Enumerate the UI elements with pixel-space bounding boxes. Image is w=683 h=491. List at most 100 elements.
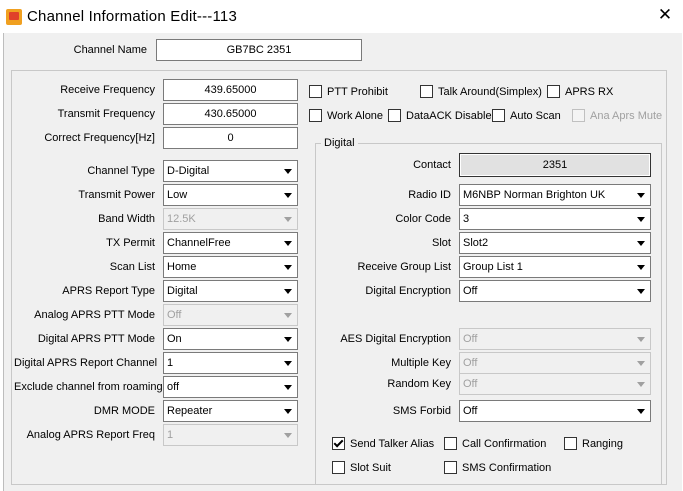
call-confirmation-checkbox[interactable]: Call Confirmation [444, 437, 546, 450]
ranging-checkbox[interactable]: Ranging [564, 437, 623, 450]
multiple-key-dropdown[interactable]: Off [459, 352, 651, 374]
dropdown-value: Slot2 [463, 237, 489, 249]
chevron-down-icon[interactable] [280, 425, 297, 445]
talk-around-checkbox[interactable]: Talk Around(Simplex) [420, 85, 542, 98]
receive-frequency-input[interactable]: 439.65000 [163, 79, 298, 101]
auto-scan-checkbox[interactable]: Auto Scan [492, 109, 561, 122]
color-code-dropdown[interactable]: 3 [459, 208, 651, 230]
aprs-rx-checkbox[interactable]: APRS RX [547, 85, 613, 98]
digital-aprs-ptt-mode-dropdown[interactable]: On [163, 328, 298, 350]
window-title: Channel Information Edit---113 [27, 8, 237, 25]
chevron-down-icon[interactable] [633, 233, 650, 253]
slot-label: Slot [432, 237, 451, 249]
checkbox-box [332, 437, 345, 450]
aes-digital-encryption-dropdown[interactable]: Off [459, 328, 651, 350]
checkbox-box [444, 461, 457, 474]
dropdown-value: Group List 1 [463, 261, 523, 273]
sms-forbid-dropdown[interactable]: Off [459, 400, 651, 422]
sms-forbid-label: SMS Forbid [392, 405, 451, 417]
slot-dropdown[interactable]: Slot2 [459, 232, 651, 254]
checkbox-box [564, 437, 577, 450]
dropdown-value: ChannelFree [167, 237, 231, 249]
aprs-report-type-label: APRS Report Type [62, 285, 155, 297]
radio-id-label: Radio ID [408, 189, 451, 201]
checkbox-box [572, 109, 585, 122]
digital-aprs-report-channel-dropdown[interactable]: 1 [163, 352, 298, 374]
dropdown-value: 3 [463, 213, 470, 225]
chevron-down-icon[interactable] [280, 209, 297, 229]
transmit-power-label: Transmit Power [78, 189, 155, 201]
analog-aprs-report-freq-dropdown[interactable]: 1 [163, 424, 298, 446]
correct-frequency-label: Correct Frequency[Hz] [44, 132, 155, 144]
chevron-down-icon[interactable] [633, 374, 650, 394]
exclude-channel-from-roaming-dropdown[interactable]: off [163, 376, 298, 398]
dropdown-value: Off [167, 309, 182, 321]
digital-encryption-dropdown[interactable]: Off [459, 280, 651, 302]
chevron-down-icon[interactable] [280, 377, 297, 397]
dropdown-value: Off [463, 405, 478, 417]
dmr-mode-label: DMR MODE [93, 405, 155, 417]
ptt-prohibit-checkbox[interactable]: PTT Prohibit [309, 85, 388, 98]
chevron-down-icon[interactable] [633, 281, 650, 301]
dropdown-value: Repeater [167, 405, 213, 417]
chevron-down-icon[interactable] [280, 353, 297, 373]
chevron-down-icon[interactable] [633, 185, 650, 205]
correct-frequency-input[interactable]: 0 [163, 127, 298, 149]
title-bar: Channel Information Edit---113 ✕ [0, 0, 683, 33]
chevron-down-icon[interactable] [633, 401, 650, 421]
random-key-label: Random Key [387, 378, 451, 390]
chevron-down-icon[interactable] [280, 305, 297, 325]
scan-list-dropdown[interactable]: Home [163, 256, 298, 278]
checkbox-box [547, 85, 560, 98]
aprs-report-type-dropdown[interactable]: Digital [163, 280, 298, 302]
band-width-label: Band Width [98, 213, 155, 225]
transmit-frequency-input[interactable]: 430.65000 [163, 103, 298, 125]
chevron-down-icon[interactable] [633, 209, 650, 229]
dropdown-value: 12.5K [167, 213, 196, 225]
contact-button[interactable]: 2351 [459, 153, 651, 177]
scan-list-label: Scan List [109, 261, 155, 273]
dmr-mode-dropdown[interactable]: Repeater [163, 400, 298, 422]
random-key-dropdown[interactable]: Off [459, 373, 651, 395]
channel-type-dropdown[interactable]: D-Digital [163, 160, 298, 182]
ana-aprs-mute-checkbox[interactable]: Ana Aprs Mute [572, 109, 662, 122]
chevron-down-icon[interactable] [280, 401, 297, 421]
dropdown-value: Digital [167, 285, 198, 297]
analog-aprs-report-freq-label: Analog APRS Report Freq [26, 429, 155, 441]
receive-group-list-dropdown[interactable]: Group List 1 [459, 256, 651, 278]
close-icon[interactable]: ✕ [654, 4, 676, 26]
checkbox-box [388, 109, 401, 122]
data-ack-disable-checkbox[interactable]: DataACK Disable [388, 109, 492, 122]
chevron-down-icon[interactable] [280, 161, 297, 181]
sms-confirmation-checkbox[interactable]: SMS Confirmation [444, 461, 551, 474]
channel-name-input[interactable]: GB7BC 2351 [156, 39, 362, 61]
dropdown-value: 1 [167, 357, 174, 369]
slot-suit-checkbox[interactable]: Slot Suit [332, 461, 391, 474]
radio-id-dropdown[interactable]: M6NBP Norman Brighton UK [459, 184, 651, 206]
chevron-down-icon[interactable] [633, 329, 650, 349]
receive-frequency-label: Receive Frequency [60, 84, 155, 96]
dropdown-value: M6NBP Norman Brighton UK [463, 189, 606, 201]
chevron-down-icon[interactable] [633, 257, 650, 277]
chevron-down-icon[interactable] [633, 353, 650, 373]
tx-permit-label: TX Permit [106, 237, 155, 249]
tx-permit-dropdown[interactable]: ChannelFree [163, 232, 298, 254]
digital-encryption-label: Digital Encryption [365, 285, 451, 297]
send-talker-alias-checkbox[interactable]: Send Talker Alias [332, 437, 434, 450]
color-code-label: Color Code [395, 213, 451, 225]
chevron-down-icon[interactable] [280, 185, 297, 205]
transmit-power-dropdown[interactable]: Low [163, 184, 298, 206]
chevron-down-icon[interactable] [280, 233, 297, 253]
chevron-down-icon[interactable] [280, 257, 297, 277]
checkbox-box [420, 85, 433, 98]
band-width-dropdown[interactable]: 12.5K [163, 208, 298, 230]
dropdown-value: Off [463, 357, 478, 369]
chevron-down-icon[interactable] [280, 329, 297, 349]
analog-aprs-ptt-mode-dropdown[interactable]: Off [163, 304, 298, 326]
chevron-down-icon[interactable] [280, 281, 297, 301]
receive-group-list-label: Receive Group List [357, 261, 451, 273]
digital-aprs-report-channel-label: Digital APRS Report Channel [14, 357, 158, 369]
dropdown-value: Off [463, 378, 478, 390]
dropdown-value: off [167, 381, 180, 393]
work-alone-checkbox[interactable]: Work Alone [309, 109, 383, 122]
